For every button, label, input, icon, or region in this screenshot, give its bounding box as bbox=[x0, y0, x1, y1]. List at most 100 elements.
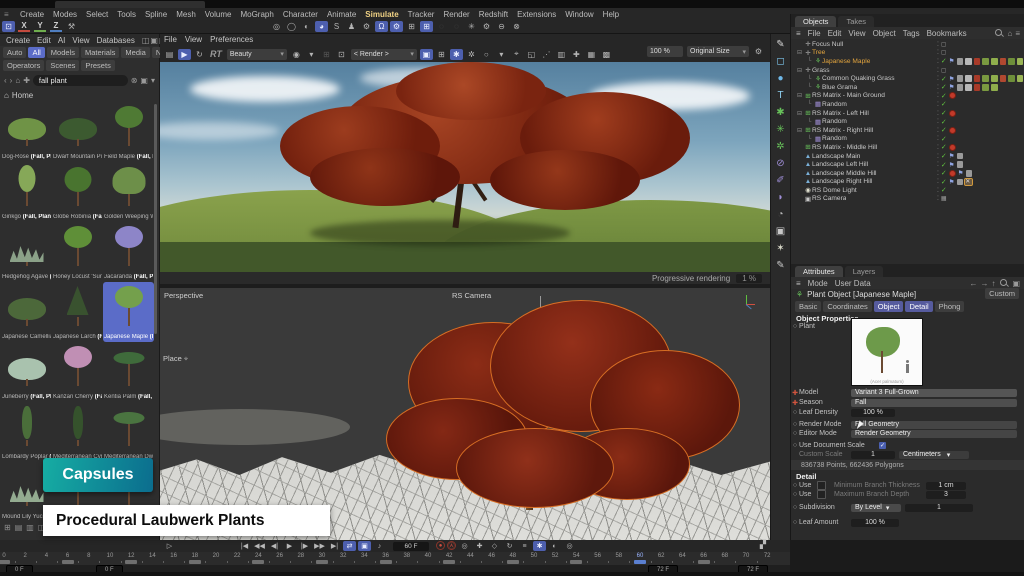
object-tree-item[interactable]: └⚘Japanese Maple⁚✓⚑ bbox=[791, 57, 1024, 66]
text-icon[interactable]: T bbox=[773, 88, 788, 103]
plant-item[interactable]: Japanese Camellia (Fal... bbox=[1, 282, 52, 342]
fit-icon[interactable]: ◱ bbox=[525, 49, 538, 60]
leaf-density-field[interactable]: 100 % bbox=[851, 409, 895, 417]
object-tree-item[interactable]: ⊟✛Tree⁚▢ bbox=[791, 49, 1024, 58]
nav-back-icon[interactable]: ‹ bbox=[4, 76, 7, 85]
matrix-icon[interactable]: ✲ bbox=[773, 139, 788, 154]
visibility-dots-icon[interactable]: ⁚ bbox=[937, 84, 939, 91]
enabled-check-icon[interactable]: ✓ bbox=[941, 152, 947, 160]
search-icon[interactable] bbox=[1000, 279, 1007, 286]
plant-item[interactable]: Jacaranda (Fall, Plant) bbox=[103, 222, 154, 282]
menu-mesh[interactable]: Mesh bbox=[176, 10, 196, 19]
material-swatch[interactable] bbox=[1017, 75, 1024, 82]
menu-animate[interactable]: Animate bbox=[327, 10, 356, 19]
asset-panel-icon[interactable]: ▣ bbox=[150, 36, 159, 45]
material-swatch[interactable] bbox=[982, 84, 989, 91]
render-tag-icon[interactable]: ▦ bbox=[941, 195, 947, 202]
menu-character[interactable]: Character bbox=[283, 10, 318, 19]
key-parameter-icon[interactable]: ≡ bbox=[518, 541, 531, 551]
sim-cloth-icon[interactable]: ◐ bbox=[300, 21, 313, 32]
visibility-dots-icon[interactable]: ⁚ bbox=[937, 170, 939, 177]
dim-2-icon[interactable]: ◌ bbox=[450, 21, 463, 32]
crossed-material-swatch[interactable] bbox=[965, 179, 972, 186]
section-tab-object[interactable]: Object bbox=[874, 301, 904, 312]
visibility-dots-icon[interactable]: ⁚ bbox=[937, 127, 939, 134]
plant-item[interactable]: Lombardy Poplar (Fall... bbox=[1, 402, 52, 462]
next-key-icon[interactable]: ▶▶ bbox=[313, 541, 326, 551]
stop-tag-icon[interactable] bbox=[949, 110, 956, 117]
size-dropdown[interactable]: Original Size▾ bbox=[687, 46, 749, 57]
tab-objects[interactable]: Objects bbox=[795, 16, 836, 27]
tiles-icon[interactable]: ⊞ bbox=[435, 49, 448, 60]
season-dropdown[interactable]: Fall bbox=[851, 399, 1017, 407]
nav-back-icon[interactable]: ← bbox=[969, 279, 977, 288]
visibility-dots-icon[interactable]: ⁚ bbox=[937, 75, 939, 82]
flag-tag-icon[interactable]: ⚑ bbox=[949, 57, 955, 65]
tab-layers[interactable]: Layers bbox=[845, 266, 884, 277]
object-menu-object[interactable]: Object bbox=[873, 29, 896, 38]
lock-icon[interactable]: ▣ bbox=[420, 49, 433, 60]
aov-arrow-icon[interactable]: ▾ bbox=[305, 49, 318, 60]
nav-up-icon[interactable]: ↑ bbox=[991, 279, 995, 288]
material-swatch[interactable] bbox=[974, 75, 981, 82]
expander-icon[interactable]: ⊟ bbox=[797, 49, 804, 56]
filter-tab-all[interactable]: All bbox=[28, 47, 44, 58]
snowflake-icon[interactable]: ✱ bbox=[450, 49, 463, 60]
character-icon[interactable]: ♟ bbox=[345, 21, 358, 32]
asset-menu-view[interactable]: View bbox=[72, 36, 89, 45]
crop-icon[interactable]: ⊡ bbox=[335, 49, 348, 60]
path-icon[interactable]: ⌂ bbox=[1007, 29, 1012, 38]
pick-icon[interactable]: ⌖ bbox=[510, 49, 523, 60]
tab-attributes[interactable]: Attributes bbox=[795, 266, 843, 277]
key-pla-icon[interactable]: ✱ bbox=[533, 541, 546, 551]
spline-pen-icon[interactable]: ✎ bbox=[773, 37, 788, 52]
menu-render[interactable]: Render bbox=[443, 10, 469, 19]
asset-menu-databases[interactable]: Databases bbox=[97, 36, 135, 45]
add-image-icon[interactable]: ✚ bbox=[570, 49, 583, 60]
time-icon[interactable]: ◔ bbox=[773, 207, 788, 222]
render-mode-dropdown[interactable]: Full Geometry bbox=[851, 421, 1017, 429]
settings-gear-icon[interactable]: ⚙ bbox=[752, 46, 765, 57]
enabled-check-icon[interactable]: ✓ bbox=[941, 161, 947, 169]
menu-spline[interactable]: Spline bbox=[145, 10, 167, 19]
grid-b-icon[interactable]: ⊞ bbox=[420, 21, 433, 32]
enabled-check-icon[interactable]: ✓ bbox=[941, 178, 947, 186]
lock-icon[interactable]: ▣ bbox=[1012, 279, 1020, 288]
aov-icon[interactable]: ◉ bbox=[290, 49, 303, 60]
axis-z-button[interactable]: Z bbox=[50, 21, 62, 32]
enabled-check-icon[interactable]: ✓ bbox=[941, 186, 947, 194]
plant-item[interactable]: Dwarf Mountain Pine (... bbox=[52, 102, 103, 162]
plant-item[interactable]: Mediterranean Dwarf ... bbox=[103, 402, 154, 462]
sub-tab-operators[interactable]: Operators bbox=[3, 60, 44, 71]
subdivision-value-field[interactable]: 1 bbox=[905, 504, 973, 512]
menu-mograph[interactable]: MoGraph bbox=[240, 10, 273, 19]
object-menu-bookmarks[interactable]: Bookmarks bbox=[927, 29, 967, 38]
asset-menu-ai[interactable]: AI bbox=[58, 36, 66, 45]
object-tree-item[interactable]: ▲Landscape Middle Hill⁚✓⚑ bbox=[791, 169, 1024, 178]
attribute-menu-mode[interactable]: Mode bbox=[808, 279, 828, 288]
keyframe-marker[interactable] bbox=[698, 560, 710, 564]
enabled-check-icon[interactable]: ✓ bbox=[941, 100, 947, 108]
keyframe-marker[interactable] bbox=[252, 560, 264, 564]
character-gear-icon[interactable]: ⚙ bbox=[360, 21, 373, 32]
grid-a-icon[interactable]: ⊞ bbox=[405, 21, 418, 32]
sub-tab-presets[interactable]: Presets bbox=[81, 60, 114, 71]
material-swatch[interactable] bbox=[982, 58, 989, 65]
attribute-menu-burger-icon[interactable]: ≡ bbox=[796, 279, 801, 288]
enabled-check-icon[interactable]: ✓ bbox=[941, 126, 947, 134]
to-picture-viewer-icon[interactable]: ▦ bbox=[585, 49, 598, 60]
object-tree-item[interactable]: ⊞RS Matrix - Middle Hill⁚✓ bbox=[791, 143, 1024, 152]
filter-tab-models[interactable]: Models bbox=[47, 47, 79, 58]
material-swatch[interactable] bbox=[957, 179, 964, 186]
custom-button[interactable]: Custom bbox=[985, 288, 1019, 299]
next-frame-icon[interactable]: |▶ bbox=[298, 541, 311, 551]
visibility-dots-icon[interactable]: ⁚ bbox=[937, 135, 939, 142]
menu-tracker[interactable]: Tracker bbox=[408, 10, 435, 19]
nav-forward-icon[interactable]: › bbox=[10, 76, 13, 85]
menu-window[interactable]: Window bbox=[565, 10, 593, 19]
object-tree-item[interactable]: └▦Random⁚✓ bbox=[791, 100, 1024, 109]
plant-item[interactable]: Ginkgo (Fall, Plant) bbox=[1, 162, 52, 222]
visibility-dots-icon[interactable]: ⁚ bbox=[937, 58, 939, 65]
visibility-dots-icon[interactable]: ⁚ bbox=[937, 118, 939, 125]
render-view-menu-file[interactable]: File bbox=[164, 35, 177, 44]
